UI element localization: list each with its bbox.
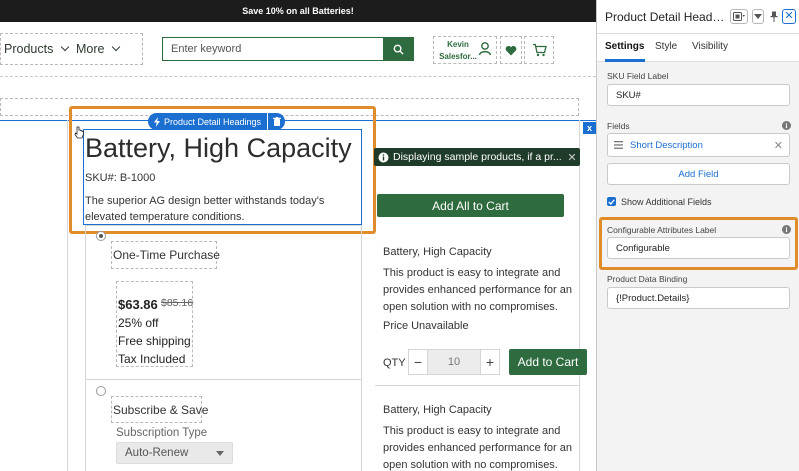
column-divider [579,120,580,471]
add-to-cart-button[interactable]: Add to Cart [509,349,587,375]
field-item-label: Short Description [630,139,703,151]
options-top-border [85,225,361,226]
search-bar [162,37,414,61]
column-divider [67,120,68,471]
component-label-pill[interactable]: Product Detail Headings [148,113,286,130]
user-name: Kevin Salesfor... [436,39,480,63]
one-time-purchase-label: One-Time Purchase [113,248,220,262]
panel-menu-button[interactable] [752,9,764,24]
tax-text: Tax Included [118,352,186,366]
property-panel: Product Detail Headings ✕ Settings Style… [596,0,799,471]
component-icon [733,12,745,21]
panel-close-button[interactable]: ✕ [782,9,796,24]
tab-style[interactable]: Style [655,41,677,52]
sku-field-label: SKU Field Label [607,71,669,81]
sample-products-toast: Displaying sample products, if a pr... ✕ [374,148,580,166]
search-button[interactable] [383,38,413,60]
cart-icon [532,43,547,57]
product-divider [375,385,579,386]
tab-visibility[interactable]: Visibility [692,41,728,52]
binding-input[interactable]: {!Product.Details} [607,287,790,309]
product-name: Battery, High Capacity [383,246,492,258]
remove-field-icon[interactable]: ✕ [774,139,783,152]
user-first-name: Kevin [447,40,469,49]
original-price: $85.16 [161,297,194,309]
subscription-type-select[interactable]: Auto-Renew [116,442,233,464]
builder-canvas: Save 10% on all Batteries! Products More… [0,0,596,471]
fields-label: Fields [607,121,630,131]
drag-handle-icon[interactable] [614,141,623,149]
section-close-button[interactable]: x [583,122,596,134]
search-icon [393,44,404,55]
panel-header: Product Detail Headings ✕ [597,0,799,34]
nav-divider [0,76,596,77]
subscription-type-value: Auto-Renew [125,447,189,459]
nav-menu-region [0,33,143,65]
info-icon: i [782,121,791,130]
user-icon [478,42,492,56]
panel-title: Product Detail Headings [605,10,725,24]
search-input[interactable] [163,38,383,60]
subscribe-label: Subscribe & Save [113,403,209,417]
user-org-name: Salesfor... [439,52,477,61]
checkmark-icon [608,198,615,205]
price-status: Price Unavailable [383,320,469,332]
quantity-stepper: − 10 + [408,349,500,375]
dropdown-arrow-icon [216,450,224,456]
options-right-border [361,225,362,471]
show-additional-label: Show Additional Fields [621,197,712,207]
active-tab-indicator [605,59,645,62]
toast-close-icon[interactable]: ✕ [564,151,580,164]
one-time-purchase-radio[interactable] [96,231,106,241]
qty-value[interactable]: 10 [427,350,481,374]
pin-icon[interactable] [770,11,778,22]
heart-icon [505,45,517,55]
binding-label: Product Data Binding [607,274,688,284]
trash-icon [272,117,281,126]
subscribe-radio[interactable] [96,386,106,396]
delete-button[interactable] [267,113,285,130]
chevron-down-icon [754,14,762,19]
options-left-border [85,225,86,471]
product-desc: This product is easy to integrate and pr… [383,425,572,471]
close-icon: ✕ [784,10,794,22]
qty-decrement-button[interactable]: − [409,350,427,374]
toast-message: Displaying sample products, if a pr... [393,151,562,163]
component-label: Product Detail Headings [164,116,262,127]
info-icon [378,152,389,162]
product-name: Battery, High Capacity [383,404,492,416]
promo-banner: Save 10% on all Batteries! [0,0,596,22]
wishlist-button[interactable] [500,36,522,64]
qty-increment-button[interactable]: + [481,350,499,374]
lightning-icon [154,116,160,127]
add-field-button[interactable]: Add Field [607,163,790,185]
panel-tabs: Settings Style Visibility [597,34,799,62]
field-list-item[interactable]: Short Description ✕ [607,133,790,157]
sku-field-input[interactable]: SKU# [607,84,790,106]
subscription-type-label: Subscription Type [116,427,208,439]
discount-text: 25% off [118,316,159,330]
options-divider [85,379,361,380]
promo-text: Save 10% on all Batteries! [242,6,354,16]
current-price: $63.86 [118,297,158,312]
shipping-text: Free shipping [118,334,191,348]
panel-view-button[interactable] [730,9,748,24]
show-additional-checkbox[interactable] [607,197,616,206]
product-desc: This product is easy to integrate and pr… [383,267,572,313]
tab-settings[interactable]: Settings [605,41,644,52]
mouse-cursor-icon [74,126,84,139]
qty-label: QTY [383,357,406,369]
cart-button[interactable] [524,36,554,64]
highlight-annotation [599,217,798,270]
add-all-to-cart-button[interactable]: Add All to Cart [377,194,564,217]
